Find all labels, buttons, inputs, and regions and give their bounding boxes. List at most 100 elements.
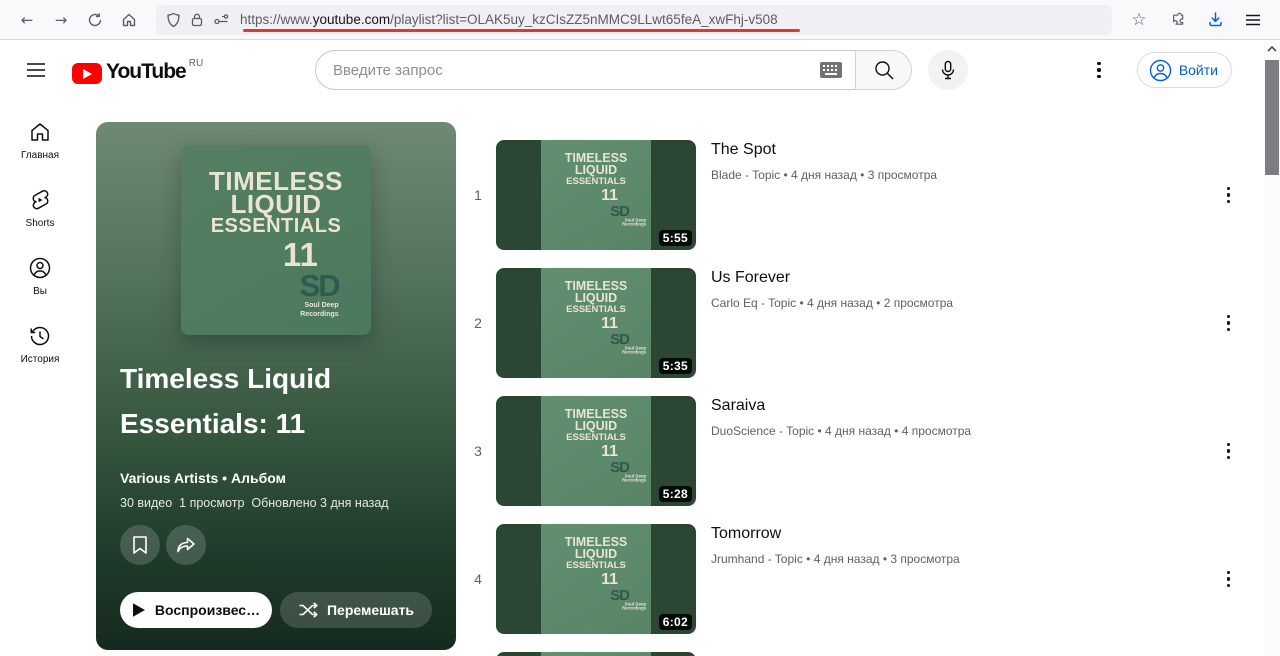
youtube-play-icon: [72, 63, 102, 84]
playlist-stats: 30 видео 1 просмотр Обновлено 3 дня наза…: [120, 496, 432, 510]
menu-icon: [26, 62, 46, 78]
youtube-masthead: YouTube RU: [0, 40, 1264, 100]
play-all-button[interactable]: Воспроизвес…: [120, 592, 272, 628]
shield-icon[interactable]: [166, 12, 181, 28]
history-icon: [28, 324, 52, 348]
duration-badge: 5:28: [659, 486, 692, 502]
home-icon: [28, 120, 52, 144]
video-byline[interactable]: Blade - Topic • 4 дня назад • 3 просмотр…: [711, 168, 1221, 182]
label-logo: SD: [181, 273, 371, 299]
home-button[interactable]: [114, 5, 144, 35]
video-row[interactable]: 1 TIMELESSLIQUID ESSENTIALS11 SD Soul De…: [460, 140, 1250, 250]
sidebar-item-home[interactable]: Главная: [4, 120, 76, 161]
play-all-label: Воспроизвес…: [155, 602, 260, 618]
save-playlist-button[interactable]: [120, 525, 160, 565]
duration-badge: 5:35: [659, 358, 692, 374]
browser-menu-button[interactable]: [1238, 5, 1268, 35]
country-badge: RU: [189, 58, 203, 69]
video-index: 2: [460, 315, 496, 331]
url-path: /playlist?list=OLAK5uy_kzCIsZZ5nMMC9LLwt…: [390, 12, 778, 27]
scroll-up-arrow[interactable]: [1264, 40, 1280, 57]
mini-guide-sidebar: Главная Shorts Вы История: [0, 100, 80, 365]
video-thumbnail[interactable]: TIMELESSLIQUID ESSENTIALS11 SD Soul Deep…: [496, 396, 696, 506]
permissions-icon[interactable]: [213, 12, 231, 28]
share-icon: [175, 535, 197, 555]
video-thumbnail[interactable]: TIMELESSLIQUID ESSENTIALS11 SD Soul Deep…: [496, 524, 696, 634]
video-thumbnail[interactable]: TIMELESSLIQUID ESSENTIALS11 SD Soul Deep…: [496, 268, 696, 378]
reload-icon: [87, 12, 103, 28]
video-thumbnail[interactable]: [496, 652, 696, 656]
album-art-text: ESSENTIALS: [181, 216, 371, 237]
downloads-button[interactable]: [1200, 5, 1230, 35]
search-input[interactable]: [315, 50, 855, 90]
sidebar-item-you[interactable]: Вы: [4, 256, 76, 297]
extensions-button[interactable]: [1162, 5, 1192, 35]
sidebar-label: Главная: [21, 150, 59, 161]
microphone-icon: [938, 60, 958, 80]
video-menu-button[interactable]: [1221, 563, 1237, 596]
shuffle-label: Перемешать: [327, 602, 414, 618]
bookmark-star-button[interactable]: ☆: [1124, 5, 1154, 35]
download-icon: [1207, 11, 1224, 28]
video-row[interactable]: 3 TIMELESSLIQUID ESSENTIALS11 SD Soul De…: [460, 396, 1250, 506]
playlist-owner[interactable]: Various Artists • Альбом: [120, 470, 432, 486]
video-menu-button[interactable]: [1221, 179, 1237, 212]
back-button[interactable]: ←: [12, 5, 42, 35]
video-row[interactable]: 4 TIMELESSLIQUID ESSENTIALS11 SD Soul De…: [460, 524, 1250, 634]
keyboard-icon[interactable]: [820, 62, 842, 78]
puzzle-icon: [1169, 11, 1186, 28]
video-byline[interactable]: Jrumhand - Topic • 4 дня назад • 3 просм…: [711, 552, 1221, 566]
lock-icon[interactable]: [190, 12, 204, 28]
label-name: Soul DeepRecordings: [181, 302, 371, 319]
reload-button[interactable]: [80, 5, 110, 35]
search-icon: [873, 59, 895, 81]
search-button[interactable]: [855, 50, 912, 90]
video-byline[interactable]: Carlo Eq - Topic • 4 дня назад • 2 просм…: [711, 296, 1221, 310]
shuffle-button[interactable]: Перемешать: [280, 592, 432, 628]
share-button[interactable]: [166, 525, 206, 565]
playlist-album-art[interactable]: TIMELESS LIQUID ESSENTIALS 11 SD Soul De…: [181, 145, 371, 335]
masthead-more-button[interactable]: [1091, 54, 1107, 87]
url-scheme: https://www.: [240, 12, 313, 27]
video-menu-button[interactable]: [1221, 435, 1237, 468]
scrollbar-thumb[interactable]: [1265, 60, 1279, 175]
video-title[interactable]: Saraiva: [711, 397, 1221, 415]
sign-in-label: Войти: [1179, 62, 1218, 78]
duration-badge: 5:55: [659, 230, 692, 246]
video-row-partial[interactable]: [460, 652, 1250, 656]
sign-in-button[interactable]: Войти: [1137, 52, 1232, 88]
browser-toolbar: ← → https://www.youtube.com/playlist?lis…: [0, 0, 1280, 40]
video-title[interactable]: Tomorrow: [711, 525, 1221, 543]
video-menu-button[interactable]: [1221, 307, 1237, 340]
video-title[interactable]: Us Forever: [711, 269, 1221, 287]
play-icon: [132, 602, 146, 618]
video-thumbnail[interactable]: TIMELESSLIQUID ESSENTIALS11 SD Soul Deep…: [496, 140, 696, 250]
signin-person-icon: [1149, 59, 1172, 82]
video-byline[interactable]: DuoScience - Topic • 4 дня назад • 4 про…: [711, 424, 1221, 438]
voice-search-button[interactable]: [928, 50, 968, 90]
sidebar-label: Shorts: [26, 218, 55, 229]
forward-button[interactable]: →: [46, 5, 76, 35]
video-title[interactable]: The Spot: [711, 141, 1221, 159]
duration-badge: 6:02: [659, 614, 692, 630]
sidebar-item-history[interactable]: История: [4, 324, 76, 365]
sidebar-item-shorts[interactable]: Shorts: [4, 188, 76, 229]
shorts-icon: [28, 188, 52, 212]
url-domain: youtube.com: [313, 12, 390, 27]
toolbar-right-icons: ☆: [1124, 5, 1268, 35]
guide-menu-button[interactable]: [16, 50, 56, 90]
youtube-logo[interactable]: YouTube RU: [72, 56, 203, 84]
playlist-title: Timeless Liquid Essentials: 11: [120, 356, 432, 446]
bookmark-icon: [131, 535, 149, 555]
video-row[interactable]: 2 TIMELESSLIQUID ESSENTIALS11 SD Soul De…: [460, 268, 1250, 378]
video-index: 1: [460, 187, 496, 203]
video-index: 4: [460, 571, 496, 587]
browser-home-icon: [121, 12, 137, 28]
profile-icon: [28, 256, 52, 280]
youtube-wordmark: YouTube: [106, 60, 186, 84]
page-scrollbar[interactable]: [1264, 40, 1280, 656]
url-text[interactable]: https://www.youtube.com/playlist?list=OL…: [240, 12, 778, 27]
playlist-header-panel: TIMELESS LIQUID ESSENTIALS 11 SD Soul De…: [96, 122, 456, 650]
star-icon: ☆: [1131, 10, 1146, 30]
sidebar-label: История: [21, 354, 60, 365]
